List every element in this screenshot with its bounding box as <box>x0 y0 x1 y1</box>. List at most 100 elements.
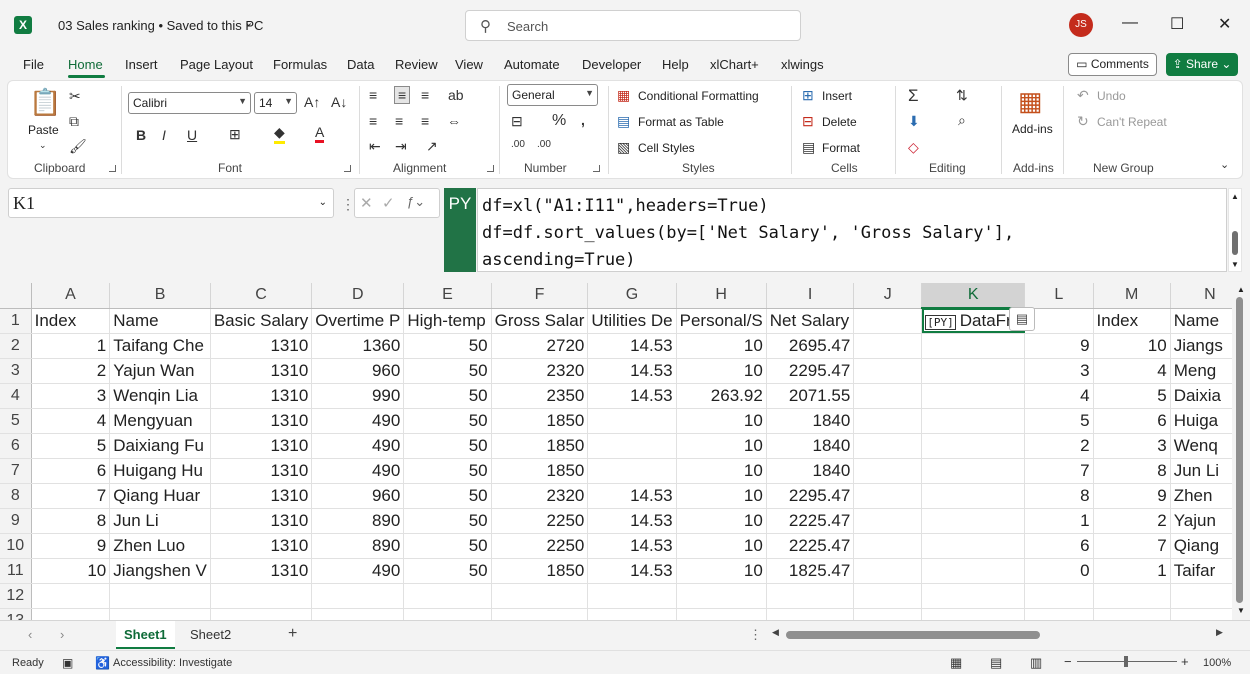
insert-function-icon[interactable]: ƒ⌄ <box>407 194 425 210</box>
cell[interactable]: Mengyuan <box>109 408 211 434</box>
cell[interactable] <box>766 583 855 609</box>
delete-cells-button[interactable]: Delete <box>822 115 857 129</box>
cell[interactable]: 8 <box>1024 483 1094 509</box>
cell[interactable]: 1 <box>31 333 111 359</box>
cell[interactable]: 2225.47 <box>766 533 855 559</box>
cell[interactable]: 50 <box>403 358 492 384</box>
cell[interactable]: Utilities De <box>587 308 677 334</box>
cell[interactable] <box>921 558 1026 584</box>
cell[interactable]: 2320 <box>491 358 589 384</box>
cell[interactable]: 4 <box>31 408 111 434</box>
cell[interactable] <box>921 358 1026 384</box>
cell[interactable]: 890 <box>311 533 405 559</box>
column-header[interactable]: B <box>109 283 211 309</box>
cell[interactable]: Name <box>109 308 211 334</box>
cell[interactable]: 1310 <box>210 533 313 559</box>
sheet-tab-sheet1[interactable]: Sheet1 <box>116 621 175 649</box>
font-family-select[interactable]: Calibri ▼ <box>128 92 251 114</box>
cell[interactable]: 1310 <box>210 483 313 509</box>
tab-formulas[interactable]: Formulas <box>273 57 327 72</box>
column-header[interactable]: L <box>1024 283 1094 309</box>
row-header[interactable]: 4 <box>0 383 32 409</box>
cell[interactable] <box>853 433 923 459</box>
cell[interactable] <box>31 583 111 609</box>
cell[interactable]: 1840 <box>766 458 855 484</box>
cell[interactable]: 14.53 <box>587 533 677 559</box>
cell[interactable]: 2320 <box>491 483 589 509</box>
number-format-select[interactable]: General ▼ <box>507 84 598 106</box>
column-header[interactable]: C <box>210 283 313 309</box>
cell[interactable] <box>853 408 923 434</box>
column-header[interactable]: I <box>766 283 855 309</box>
cell[interactable]: 263.92 <box>676 383 767 409</box>
cell[interactable]: 1 <box>1093 558 1171 584</box>
vertical-scroll-thumb[interactable] <box>1236 297 1243 603</box>
cell[interactable] <box>766 608 855 620</box>
undo-button[interactable]: Undo <box>1097 89 1126 103</box>
cell[interactable]: 1 <box>1024 508 1094 534</box>
cell[interactable] <box>587 458 677 484</box>
cell[interactable]: 50 <box>403 433 492 459</box>
cell[interactable]: 1310 <box>210 333 313 359</box>
cell[interactable]: 1310 <box>210 358 313 384</box>
accounting-format-icon[interactable]: ⊟ <box>511 113 523 130</box>
sort-filter-icon[interactable]: ⇅ <box>956 87 968 104</box>
cell[interactable]: 9 <box>1093 483 1171 509</box>
cell[interactable]: Jiangshen V <box>109 558 211 584</box>
column-header[interactable]: M <box>1093 283 1171 309</box>
cell[interactable]: 3 <box>31 383 111 409</box>
cell[interactable] <box>853 508 923 534</box>
cell[interactable]: 1310 <box>210 383 313 409</box>
zoom-out-icon[interactable]: − <box>1064 654 1072 669</box>
cell[interactable] <box>210 583 313 609</box>
cell[interactable] <box>921 608 1026 620</box>
paste-label[interactable]: Paste <box>28 123 59 137</box>
cell[interactable] <box>587 408 677 434</box>
cell[interactable] <box>853 483 923 509</box>
number-launcher-icon[interactable] <box>593 165 600 172</box>
row-header[interactable]: 10 <box>0 533 32 559</box>
close-icon[interactable]: ✕ <box>1218 14 1231 34</box>
wrap-text-icon[interactable]: ab <box>448 87 464 103</box>
cell[interactable]: 7 <box>31 483 111 509</box>
cell[interactable]: 1825.47 <box>766 558 855 584</box>
cell[interactable]: 1310 <box>210 508 313 534</box>
page-break-view-icon[interactable]: ▥ <box>1030 655 1042 671</box>
next-sheet-icon[interactable]: › <box>60 627 64 642</box>
row-header[interactable]: 6 <box>0 433 32 459</box>
copy-icon[interactable]: ⧉ <box>69 113 79 130</box>
cell[interactable] <box>403 608 492 620</box>
cell[interactable]: 10 <box>676 408 767 434</box>
tab-insert[interactable]: Insert <box>125 57 158 72</box>
cell[interactable] <box>853 558 923 584</box>
decrease-indent-icon[interactable]: ⇤ <box>369 138 381 155</box>
cell[interactable]: Index <box>31 308 111 334</box>
row-header[interactable]: 7 <box>0 458 32 484</box>
cell[interactable]: 2071.55 <box>766 383 855 409</box>
cell[interactable]: 990 <box>311 383 405 409</box>
clipboard-launcher-icon[interactable] <box>109 165 116 172</box>
column-header[interactable]: J <box>853 283 923 309</box>
format-as-table-button[interactable]: Format as Table <box>638 115 724 129</box>
cell[interactable]: 50 <box>403 408 492 434</box>
font-color-icon[interactable]: A <box>315 124 325 143</box>
cell[interactable]: 10 <box>676 458 767 484</box>
tab-page-layout[interactable]: Page Layout <box>180 57 253 72</box>
cell[interactable]: Gross Salar <box>491 308 589 334</box>
merge-center-icon[interactable]: ⇔ <box>447 113 461 129</box>
cell[interactable] <box>31 608 111 620</box>
cell[interactable]: Daixiang Fu <box>109 433 211 459</box>
search-box[interactable]: ⚲ Search <box>465 10 801 41</box>
increase-indent-icon[interactable]: ⇥ <box>395 138 407 155</box>
cell[interactable]: 50 <box>403 383 492 409</box>
fill-icon[interactable]: ⬇ <box>908 113 920 130</box>
cell[interactable] <box>853 533 923 559</box>
orientation-icon[interactable]: ↗ <box>426 138 438 155</box>
tab-developer[interactable]: Developer <box>582 57 641 72</box>
formula-input[interactable]: df=xl("A1:I11",headers=True) df=df.sort_… <box>477 188 1227 272</box>
cell[interactable]: 5 <box>31 433 111 459</box>
cell[interactable] <box>1024 608 1094 620</box>
cell[interactable] <box>853 358 923 384</box>
cell[interactable]: 6 <box>31 458 111 484</box>
cell[interactable]: 0 <box>1024 558 1094 584</box>
